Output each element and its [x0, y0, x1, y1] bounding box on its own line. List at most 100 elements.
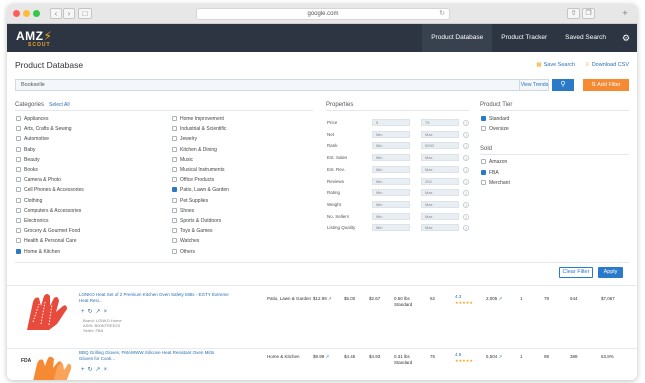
checkbox-icon[interactable]	[16, 156, 21, 162]
close-icon[interactable]: ×	[104, 309, 111, 315]
checkbox-icon[interactable]	[16, 177, 21, 183]
checkbox-item[interactable]: Beauty	[16, 156, 40, 165]
checkbox-item[interactable]: Clothing	[16, 197, 42, 206]
help-icon[interactable]: ?	[463, 213, 469, 220]
nav-product-database[interactable]: Product Database	[422, 24, 493, 52]
gear-icon[interactable]: ⚙	[615, 24, 637, 52]
property-min-input[interactable]: Min	[372, 165, 410, 173]
checkbox-item[interactable]: Pet Supplies	[172, 197, 208, 206]
checkbox-icon[interactable]	[16, 248, 21, 254]
close-icon[interactable]: ×	[104, 367, 111, 373]
help-icon[interactable]: ?	[463, 143, 469, 150]
property-max-input[interactable]: Max	[421, 154, 459, 162]
help-icon[interactable]: ?	[463, 120, 469, 126]
trend-icon[interactable]: ↗	[96, 367, 104, 373]
checkbox-icon[interactable]	[172, 248, 177, 254]
search-input[interactable]: Bookselle	[15, 79, 549, 91]
checkbox-icon[interactable]	[16, 126, 21, 132]
checkbox-icon[interactable]	[172, 207, 177, 213]
checkbox-icon[interactable]	[481, 180, 486, 185]
address-bar[interactable]: google.com ↻	[196, 8, 450, 20]
refresh-icon[interactable]: ↻	[88, 309, 96, 315]
checkbox-icon[interactable]	[16, 187, 21, 193]
tabs-icon[interactable]: ❐	[582, 8, 595, 19]
clear-filter-button[interactable]: Clear Filter	[559, 267, 593, 278]
forward-icon[interactable]: ›	[63, 8, 75, 19]
help-icon[interactable]: ?	[463, 178, 469, 185]
checkbox-item[interactable]: Arts, Crafts & Sewing	[16, 126, 72, 134]
checkbox-icon[interactable]	[16, 228, 21, 234]
chart-icon[interactable]: ↗	[327, 296, 332, 301]
property-min-input[interactable]: Min	[372, 177, 410, 185]
checkbox-icon[interactable]	[481, 169, 486, 175]
checkbox-icon[interactable]	[481, 116, 486, 121]
checkbox-icon[interactable]	[172, 238, 177, 244]
checkbox-icon[interactable]	[172, 187, 177, 193]
checkbox-item[interactable]: Musical Instruments	[172, 167, 224, 175]
checkbox-item[interactable]: Baby	[16, 146, 35, 155]
checkbox-item[interactable]: Home Improvement	[172, 116, 224, 124]
chart-icon[interactable]: ↗	[497, 296, 503, 301]
new-tab-icon[interactable]: +	[619, 8, 631, 19]
share-icon[interactable]: ⇧	[567, 8, 580, 19]
property-max-input[interactable]: 5000	[421, 142, 459, 150]
help-icon[interactable]: ?	[463, 166, 469, 173]
checkbox-icon[interactable]	[172, 116, 177, 121]
select-all-link[interactable]: Select All	[49, 102, 70, 108]
property-max-input[interactable]: Max	[421, 189, 459, 197]
search-button[interactable]: ⚲	[552, 79, 574, 91]
refresh-icon[interactable]: ↻	[88, 367, 96, 373]
checkbox-icon[interactable]	[172, 228, 177, 234]
checkbox-item[interactable]: Home & Kitchen	[16, 248, 60, 257]
checkbox-item[interactable]: Watches	[172, 238, 199, 246]
checkbox-item[interactable]: Office Products	[172, 177, 214, 185]
help-icon[interactable]: ?	[463, 131, 469, 138]
checkbox-icon[interactable]	[16, 207, 21, 213]
property-max-input[interactable]: Max	[421, 212, 459, 220]
property-max-input[interactable]: Max	[421, 200, 459, 208]
property-min-input[interactable]: Min	[372, 142, 410, 150]
checkbox-item[interactable]: Patio, Lawn & Garden	[172, 187, 229, 195]
view-trends-button[interactable]: View Trends	[519, 80, 549, 90]
checkbox-icon[interactable]	[172, 167, 177, 172]
download-csv-link[interactable]: ⇩ Download CSV	[585, 62, 629, 68]
product-title-link[interactable]: LONKO Heat Set of 2 Premium Kitchen Oven…	[79, 292, 229, 304]
checkbox-icon[interactable]	[172, 156, 177, 162]
checkbox-item[interactable]: Amazon	[481, 159, 507, 167]
checkbox-item[interactable]: Oversize	[481, 125, 509, 134]
checkbox-icon[interactable]	[16, 238, 21, 244]
help-icon[interactable]: ?	[463, 201, 469, 208]
property-min-input[interactable]: Min	[372, 130, 410, 138]
property-max-input[interactable]: Max	[421, 130, 459, 138]
property-min-input[interactable]: Min	[372, 154, 410, 162]
nav-saved-search[interactable]: Saved Search	[556, 24, 615, 52]
property-min-input[interactable]: Min	[372, 224, 410, 232]
checkbox-item[interactable]: Kitchen & Dining	[172, 146, 217, 155]
checkbox-item[interactable]: Jewelry	[172, 136, 197, 144]
property-min-input[interactable]: 5	[372, 119, 410, 126]
checkbox-item[interactable]: Electronics	[16, 218, 48, 226]
property-min-input[interactable]: Min	[372, 212, 410, 220]
reload-icon[interactable]: ↻	[439, 9, 445, 19]
property-min-input[interactable]: Min	[372, 200, 410, 208]
sidebar-icon[interactable]: □	[78, 8, 92, 19]
checkbox-icon[interactable]	[481, 159, 486, 164]
close-window-dot[interactable]	[13, 10, 20, 17]
chart-icon[interactable]: ↗	[324, 354, 330, 359]
checkbox-item[interactable]: Shoes	[172, 207, 194, 216]
help-icon[interactable]: ?	[463, 155, 469, 162]
checkbox-item[interactable]: Industrial & Scientific	[172, 126, 226, 134]
trend-icon[interactable]: ↗	[96, 309, 104, 315]
checkbox-icon[interactable]	[16, 218, 21, 223]
checkbox-icon[interactable]	[481, 125, 486, 131]
checkbox-icon[interactable]	[172, 146, 177, 152]
help-icon[interactable]: ?	[463, 225, 469, 232]
checkbox-icon[interactable]	[16, 197, 21, 203]
add-filter-button[interactable]: ⇅ Add Filter	[583, 79, 629, 91]
property-max-input[interactable]: 200	[421, 177, 459, 185]
minimize-window-dot[interactable]	[23, 10, 30, 17]
product-title-link[interactable]: BBQ Grilling Gloves, FMAWWW Silicone Hea…	[79, 350, 229, 362]
checkbox-item[interactable]: Sports & Outdoors	[172, 218, 221, 226]
checkbox-item[interactable]: Books	[16, 167, 38, 175]
checkbox-item[interactable]: Standard	[481, 116, 509, 124]
